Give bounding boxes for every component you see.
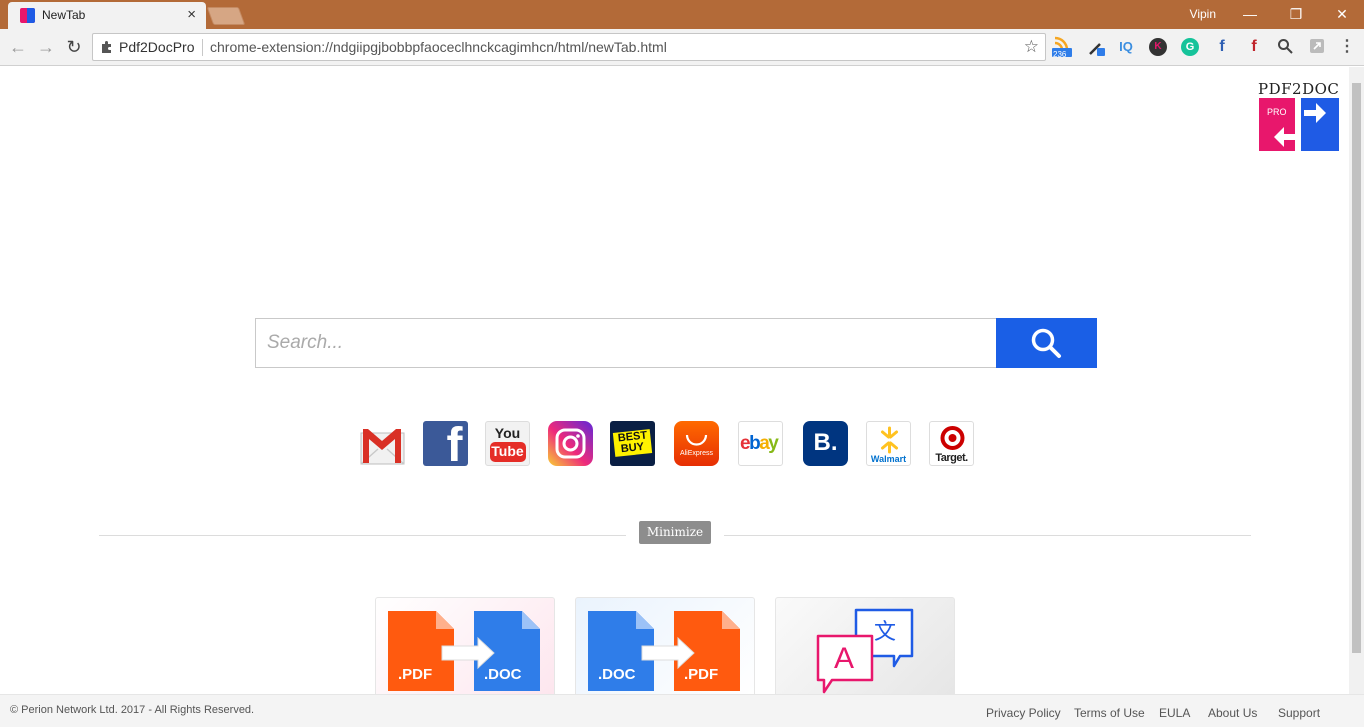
shortcut-gmail[interactable] — [360, 421, 405, 466]
browser-toolbar: ← → ↻ Pdf2DocPro chrome-extension://ndgi… — [0, 29, 1364, 66]
aliexpress-label: AliExpress — [679, 450, 714, 457]
pdf-to-doc-to: .DOC — [484, 666, 522, 683]
address-bar[interactable]: Pdf2DocPro chrome-extension://ndgiipgjbo… — [92, 33, 1046, 61]
footer-link-support[interactable]: Support — [1278, 706, 1320, 720]
shortcut-walmart[interactable]: Walmart — [866, 421, 911, 466]
shortcut-ebay[interactable]: ebay — [738, 421, 783, 466]
shortcut-youtube[interactable]: You Tube — [485, 421, 530, 466]
url-text[interactable]: chrome-extension://ndgiipgjbobbpfaoceclh… — [210, 39, 667, 55]
pdf2doc-logo[interactable]: PDF2DOC PRO — [1258, 80, 1342, 154]
rss-feed-extension-icon[interactable]: 236 — [1052, 35, 1072, 59]
footer-link-about-us[interactable]: About Us — [1208, 706, 1257, 720]
facebook-letter: f — [446, 421, 463, 466]
footer-link-privacy-policy[interactable]: Privacy Policy — [986, 706, 1061, 720]
search-bar — [255, 318, 1097, 368]
iq-extension-icon[interactable]: IQ — [1117, 38, 1135, 56]
facebook-extension-icon[interactable]: f — [1213, 38, 1231, 56]
ebay-letter-y: y — [768, 433, 779, 454]
divider-left — [99, 535, 626, 536]
shortcut-target[interactable]: Target. — [929, 421, 974, 466]
shortcut-instagram[interactable] — [548, 421, 593, 466]
new-tab-button[interactable] — [206, 7, 246, 25]
instagram-icon — [555, 428, 586, 459]
translate-cjk-letter: 文 — [874, 619, 897, 644]
pdf2doc-favicon-icon — [20, 8, 35, 23]
ebay-letter-e: e — [740, 433, 751, 454]
back-icon[interactable]: ← — [7, 37, 29, 59]
gmail-icon — [360, 429, 405, 465]
page-footer: © Perion Network Ltd. 2017 - All Rights … — [0, 694, 1364, 727]
site-name: Pdf2DocPro — [119, 39, 195, 55]
shortcut-aliexpress[interactable]: AliExpress — [674, 421, 719, 466]
shortcut-facebook[interactable]: f — [423, 421, 468, 466]
browser-menu-icon[interactable]: ⋮ — [1338, 38, 1356, 56]
ebay-letter-b: b — [749, 433, 761, 454]
window-restore-icon[interactable]: ❐ — [1284, 3, 1308, 25]
color-picker-extension-icon[interactable] — [1088, 38, 1106, 56]
tab-newtab[interactable]: NewTab × — [8, 2, 206, 29]
card-pdf-to-doc[interactable]: .PDF .DOC — [375, 597, 555, 694]
forward-icon[interactable]: → — [35, 37, 57, 59]
puzzle-extension-icon[interactable] — [1308, 38, 1326, 56]
browser-title-bar: NewTab × Vipin — ❐ ✕ — [0, 0, 1364, 29]
youtube-you: You — [494, 425, 521, 441]
flipboard-extension-icon[interactable]: f — [1245, 38, 1263, 56]
minimize-button[interactable]: Minimize — [639, 521, 711, 544]
shortcut-bestbuy[interactable]: BEST BUY — [610, 421, 655, 466]
youtube-tube: Tube — [491, 443, 524, 459]
rss-badge: 236 — [1053, 50, 1067, 59]
extension-puzzle-icon — [100, 40, 114, 54]
footer-link-eula[interactable]: EULA — [1159, 706, 1190, 720]
card-translate[interactable]: A 文 — [775, 597, 955, 694]
address-separator — [202, 39, 203, 56]
translate-icon — [816, 608, 914, 694]
footer-link-terms-of-use[interactable]: Terms of Use — [1074, 706, 1145, 720]
search-input[interactable] — [256, 319, 996, 367]
copyright-text: © Perion Network Ltd. 2017 - All Rights … — [10, 704, 255, 716]
tab-close-icon[interactable]: × — [187, 6, 196, 23]
bookmark-star-icon[interactable]: ☆ — [1024, 37, 1039, 57]
divider-right — [724, 535, 1251, 536]
pdf-to-doc-from: .PDF — [398, 666, 433, 683]
booking-letter: B. — [813, 429, 838, 456]
scrollbar-thumb[interactable] — [1352, 83, 1361, 653]
ebay-letter-a: a — [759, 433, 770, 454]
shortcut-booking[interactable]: B. — [803, 421, 848, 466]
reload-icon[interactable]: ↻ — [63, 37, 85, 59]
grammarly-extension-icon[interactable]: G — [1181, 38, 1199, 56]
page-scrollbar[interactable] — [1349, 67, 1364, 694]
window-minimize-icon[interactable]: — — [1238, 3, 1262, 25]
tab-title: NewTab — [42, 8, 86, 22]
profile-name[interactable]: Vipin — [1190, 7, 1216, 21]
search-button[interactable] — [996, 318, 1097, 368]
logo-text: PDF2DOC — [1258, 80, 1340, 98]
window-close-icon[interactable]: ✕ — [1330, 3, 1354, 25]
search-extension-icon[interactable] — [1276, 38, 1294, 56]
doc-to-pdf-from: .DOC — [598, 666, 636, 683]
target-label: Target. — [935, 452, 968, 464]
aliexpress-bag-icon — [685, 434, 708, 446]
walmart-label: Walmart — [870, 454, 907, 464]
logo-arrows-icon — [1274, 103, 1326, 147]
site-shortcuts: f You Tube BEST BUY AliExpress ebay B. W… — [360, 421, 980, 467]
card-doc-to-pdf[interactable]: .DOC .PDF — [575, 597, 755, 694]
k-extension-icon[interactable]: K — [1149, 38, 1167, 56]
doc-to-pdf-to: .PDF — [684, 666, 719, 683]
translate-latin-letter: A — [834, 642, 855, 675]
search-icon — [1031, 328, 1061, 358]
